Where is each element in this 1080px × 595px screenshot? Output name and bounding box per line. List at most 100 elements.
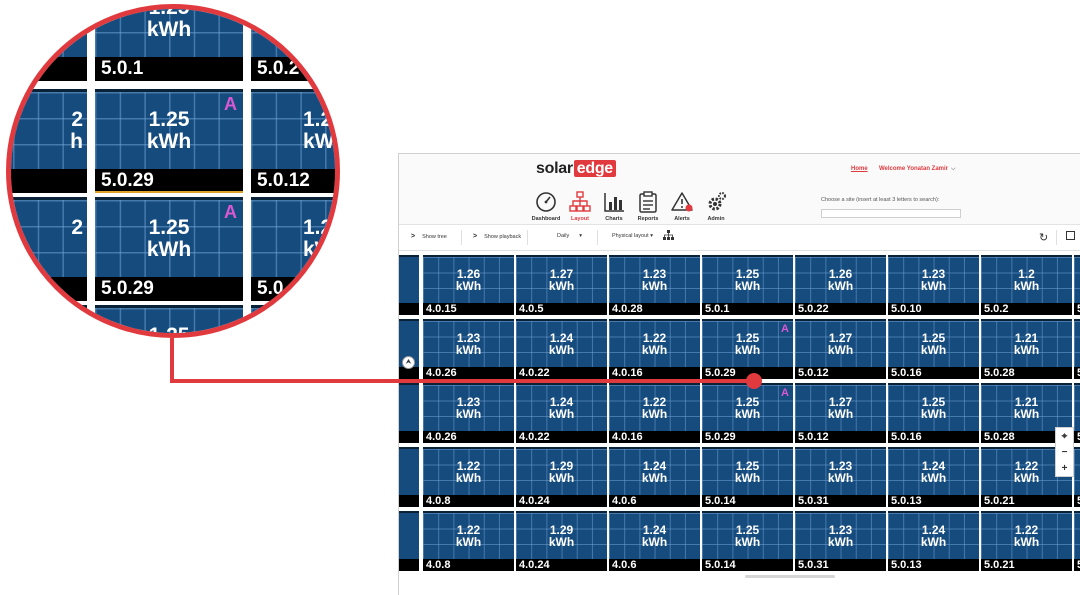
solar-panel[interactable]: 1.22 kWh 4.0.16 [609, 319, 700, 379]
panel-id: 4.0.5 [516, 303, 607, 315]
solar-panel[interactable]: 1.2 kWh 5.0.2 [981, 255, 1072, 315]
panel-cells [1074, 321, 1080, 367]
solar-panel[interactable]: A 1.25 kWh 5.0.29 [702, 383, 793, 443]
chevron-right-icon: > [473, 233, 478, 240]
solar-panel[interactable]: 1.24 kWh 4.0.6 [609, 511, 700, 571]
panel-cells [95, 308, 243, 333]
solar-panel[interactable]: 1.24 kWh 5.0.13 [888, 447, 979, 507]
solar-panel[interactable]: 1.27 kWh 4.0.5 [516, 255, 607, 315]
chevron-right-icon: > [411, 233, 416, 240]
zoom-in-button[interactable]: + [1062, 463, 1068, 474]
solar-panel[interactable]: 1.22 kWh 4.0.8 [423, 447, 514, 507]
locate-icon[interactable]: ⌖ [1062, 431, 1068, 442]
expand-icon[interactable] [1066, 231, 1075, 240]
period-value: Daily [557, 233, 570, 239]
solar-panel[interactable]: 1.25 kWh 5.0.1 [702, 255, 793, 315]
solar-panel[interactable]: 1.29 kWh 4.0.24 [516, 511, 607, 571]
magnified-panel: 2 [11, 197, 87, 301]
solar-panel[interactable]: A 1.25 kWh 5.0.29 [702, 319, 793, 379]
refresh-icon[interactable]: ↻ [1039, 231, 1048, 244]
caret-down-icon: ▾ [579, 233, 582, 239]
solar-panel[interactable]: 1.27 kWh 5.0.12 [795, 319, 886, 379]
solar-panel[interactable]: 1.23 kWh 4.0.26 [423, 319, 514, 379]
user-menu[interactable]: Welcome Yonatan Zamir ⌵ [879, 166, 956, 173]
solar-panel[interactable]: 1.24 kWh 4.0.22 [516, 319, 607, 379]
solar-panel[interactable]: 1.23 kWh 4.0.26 [423, 383, 514, 443]
nav-reports[interactable]: Reports [633, 184, 663, 222]
solar-panel[interactable]: 1.22 kWh 4.0.8 [423, 511, 514, 571]
layout-toolbar: > Show tree > Show playback Daily ▾ Physica… [399, 225, 1080, 251]
panel-energy-unit: kWh [548, 407, 575, 421]
panel-layout-grid[interactable]: 1.26 kWh 4.0.15 1.27 kWh 4.0.5 1.23 kWh 4.0.28 1.… [399, 251, 1080, 577]
solaredge-logo[interactable]: solar edge [536, 160, 616, 178]
site-search-label: Choose a site (insert at least 3 letters… [821, 197, 940, 203]
panel-energy-value: 2 [71, 108, 83, 131]
panel-energy-unit: kWh [920, 343, 947, 357]
panel-energy-unit: kWh [827, 279, 854, 293]
panel-energy-unit: kWh [455, 471, 482, 485]
nav-charts[interactable]: Charts [599, 184, 629, 222]
panel-energy-value: 1.2 [303, 108, 333, 131]
solar-panel[interactable]: 1.23 kWh 5.0.31 [795, 511, 886, 571]
solar-panel-partial[interactable]: 5 [1074, 319, 1080, 379]
solar-panel[interactable]: 1.25 kWh 5.0.14 [702, 447, 793, 507]
panel-energy-unit: kWh [827, 407, 854, 421]
nav-label: Admin [707, 216, 725, 222]
panel-id: 5.0.29 [702, 431, 793, 443]
panel-id: 4.0.16 [609, 367, 700, 379]
layout-mode-select[interactable]: Physical layout ▾ [612, 233, 653, 239]
panel-id: 5.0.1 [95, 57, 243, 81]
panel-cells [1074, 513, 1080, 559]
solar-panel[interactable]: 1.24 kWh 4.0.22 [516, 383, 607, 443]
show-tree-toggle[interactable]: > Show tree [411, 233, 447, 240]
nav-layout[interactable]: Layout [565, 184, 595, 222]
panel-energy-unit: kWh [920, 471, 947, 485]
site-search-input[interactable] [821, 209, 961, 218]
period-select[interactable]: Daily ▾ [557, 233, 582, 239]
solar-panel[interactable]: 1.29 kWh 4.0.24 [516, 447, 607, 507]
nav-alerts[interactable]: Alerts [667, 184, 697, 222]
panel-id: 5.0.31 [795, 559, 886, 571]
panel-edge-stub [399, 319, 419, 379]
solar-panel[interactable]: 1.27 kWh 5.0.12 [795, 383, 886, 443]
welcome-text: Welcome Yonatan Zamir [879, 166, 949, 172]
solar-panel-partial[interactable]: 5 [1074, 255, 1080, 315]
solar-panel[interactable]: 1.26 kWh 4.0.15 [423, 255, 514, 315]
magnified-panel-highlighted: A 1.25 kWh 5.0.29 [95, 89, 243, 193]
solar-panel[interactable]: 1.25 kWh 5.0.16 [888, 383, 979, 443]
magnified-panel [251, 305, 335, 333]
panel-energy-unit: kWh [827, 343, 854, 357]
home-link[interactable]: Home [851, 166, 868, 172]
nav-dashboard[interactable]: Dashboard [531, 184, 561, 222]
site-tree-icon[interactable] [663, 230, 674, 243]
panel-energy-unit: kWh [920, 535, 947, 549]
solar-panel[interactable]: 1.23 kWh 5.0.31 [795, 447, 886, 507]
solar-panel[interactable]: 1.21 kWh 5.0.28 [981, 319, 1072, 379]
solar-panel-partial[interactable]: 5 [1074, 511, 1080, 571]
solar-panel[interactable]: 1.24 kWh 5.0.13 [888, 511, 979, 571]
solar-panel-partial[interactable]: 5 [1074, 383, 1080, 443]
gears-icon [705, 191, 727, 213]
panel-energy-unit: kWh [1013, 343, 1040, 357]
panel-energy-unit: kWh [734, 535, 761, 549]
solar-panel-partial[interactable]: 5 [1074, 447, 1080, 507]
panel-energy-unit: kWh [827, 471, 854, 485]
panel-id: 4.0.24 [516, 495, 607, 507]
magnified-panel [11, 305, 87, 333]
panel-id: 5.0.21 [981, 495, 1072, 507]
solar-panel[interactable]: 1.23 kWh 4.0.28 [609, 255, 700, 315]
solar-panel[interactable]: 1.26 kWh 5.0.22 [795, 255, 886, 315]
solar-panel[interactable]: 1.24 kWh 4.0.6 [609, 447, 700, 507]
solar-panel[interactable]: 1.25 kWh 5.0.14 [702, 511, 793, 571]
show-playback-toggle[interactable]: > Show playback [473, 233, 521, 240]
nav-admin[interactable]: Admin [701, 184, 731, 222]
solar-panel[interactable]: 1.22 kWh 4.0.16 [609, 383, 700, 443]
panel-id-bar [399, 431, 419, 443]
panel-id-bar [399, 559, 419, 571]
solar-panel[interactable]: 1.22 kWh 5.0.21 [981, 511, 1072, 571]
solar-panel[interactable]: 1.23 kWh 5.0.10 [888, 255, 979, 315]
horizontal-scrollbar[interactable] [745, 575, 835, 578]
solar-panel[interactable]: 1.25 kWh 5.0.16 [888, 319, 979, 379]
compass-icon[interactable]: ⮝ [402, 356, 415, 369]
zoom-out-button[interactable]: − [1062, 447, 1068, 458]
